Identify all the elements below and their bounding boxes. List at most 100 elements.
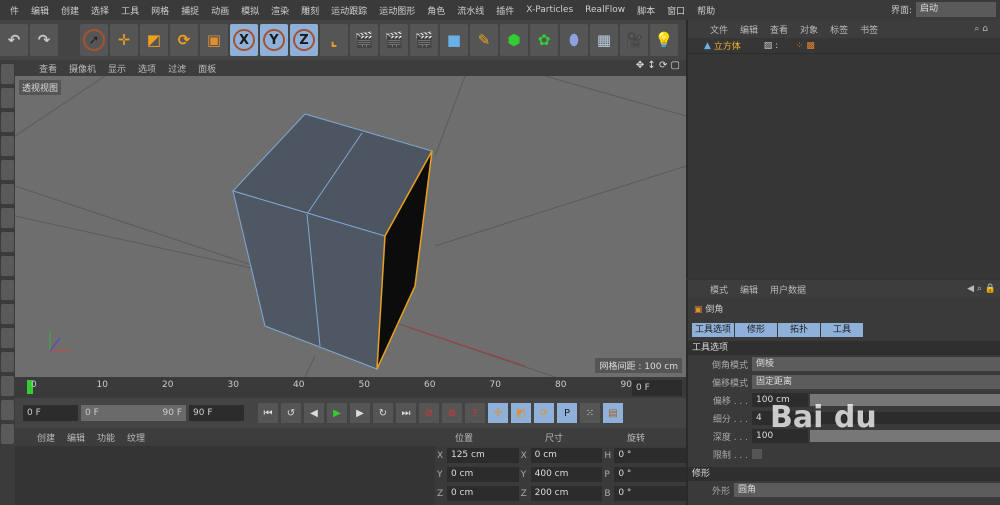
visibility-icon[interactable]: ▨ :	[764, 41, 796, 51]
timeline[interactable]: 0 10 20 30 40 50 60 70 80 90 0 F	[15, 377, 686, 398]
mode-icon[interactable]	[1, 160, 14, 180]
viewport-menu-item[interactable]: 显示	[108, 62, 126, 75]
menu-item[interactable]: 模拟	[241, 4, 259, 17]
mode-icon[interactable]	[1, 328, 14, 348]
select-tool-icon[interactable]: ➚	[80, 24, 108, 56]
viewport-menu-item[interactable]: 选项	[138, 62, 156, 75]
viewport-nav-icons[interactable]: ✥ ↕ ⟳ ▢	[636, 60, 680, 71]
menu-item[interactable]: 脚本	[637, 4, 655, 17]
menu-item[interactable]: 捕捉	[181, 4, 199, 17]
menu-item[interactable]: 角色	[427, 4, 445, 17]
tab-topology[interactable]: 拓扑	[778, 323, 820, 337]
om-menu-item[interactable]: 标签	[830, 23, 848, 36]
undo-icon[interactable]: ↶	[0, 24, 28, 56]
menu-item[interactable]: 选择	[91, 4, 109, 17]
go-to-end-icon[interactable]: ⏭	[396, 403, 416, 423]
tab-shaping[interactable]: 修形	[735, 323, 777, 337]
viewport-menu-item[interactable]: 摄像机	[69, 62, 96, 75]
render-settings-icon[interactable]: 🎬	[410, 24, 438, 56]
y-axis-icon[interactable]: Y	[260, 24, 288, 56]
om-menu-item[interactable]: 对象	[800, 23, 818, 36]
cube-icon[interactable]: ■	[440, 24, 468, 56]
om-menu-item[interactable]: 书签	[860, 23, 878, 36]
key-rotation-icon[interactable]: ⟳	[534, 403, 554, 423]
menu-item[interactable]: 创建	[61, 4, 79, 17]
menu-item[interactable]: 窗口	[667, 4, 685, 17]
size-x[interactable]: 0 cm	[530, 448, 603, 463]
pen-icon[interactable]: ✎	[470, 24, 498, 56]
size-z[interactable]: 200 cm	[530, 486, 603, 501]
am-menu-item[interactable]: 模式	[710, 283, 728, 296]
mode-icon[interactable]	[1, 208, 14, 228]
menu-item[interactable]: 流水线	[457, 4, 484, 17]
render-view-icon[interactable]: 🎬	[350, 24, 378, 56]
object-tool-icon[interactable]: ▣	[200, 24, 228, 56]
viewport[interactable]: 透视视图 网格间距 : 100 cm	[15, 76, 686, 377]
play-icon[interactable]: ▶	[327, 403, 347, 423]
next-key-icon[interactable]: ↻	[373, 403, 393, 423]
position-z[interactable]: 0 cm	[446, 486, 519, 501]
mode-icon[interactable]	[1, 184, 14, 204]
nav-icons[interactable]: ◀ ⌕ 🔒	[967, 284, 996, 294]
menu-item[interactable]: 帮助	[697, 4, 715, 17]
menu-item[interactable]: 运动跟踪	[331, 4, 367, 17]
key-scale-icon[interactable]: ◩	[511, 403, 531, 423]
render-picture-viewer-icon[interactable]: 🎬	[380, 24, 408, 56]
mode-icon[interactable]	[1, 112, 14, 132]
size-y[interactable]: 400 cm	[530, 467, 603, 482]
offset-mode-dropdown[interactable]: 固定距离	[752, 375, 1000, 389]
keyframe-selection-icon[interactable]: ?	[465, 403, 485, 423]
frame-range-slider[interactable]: 0 F 90 F	[81, 405, 186, 421]
om-menu-item[interactable]: 查看	[770, 23, 788, 36]
tab-tool-options[interactable]: 工具选项	[692, 323, 734, 337]
tab-tool[interactable]: 工具	[821, 323, 863, 337]
start-frame-field[interactable]: 0 F	[23, 405, 78, 421]
limit-checkbox[interactable]	[752, 449, 762, 459]
coordinate-system-icon[interactable]: ⌞	[320, 24, 348, 56]
mode-icon[interactable]	[1, 64, 14, 84]
rotation-p[interactable]: 0 °	[614, 467, 687, 482]
move-tool-icon[interactable]: ✛	[110, 24, 138, 56]
current-frame-field[interactable]: 0 F	[632, 380, 682, 396]
prev-frame-icon[interactable]: ◀	[304, 403, 324, 423]
mode-icon[interactable]	[1, 280, 14, 300]
auto-key-icon[interactable]: ⊚	[442, 403, 462, 423]
tag-icons[interactable]: ⁘ ▩	[796, 41, 815, 51]
menu-item[interactable]: 工具	[121, 4, 139, 17]
layout-dropdown[interactable]: 启动	[916, 2, 996, 17]
menu-item[interactable]: 插件	[496, 4, 514, 17]
om-menu-item[interactable]: 文件	[710, 23, 728, 36]
viewport-menu-item[interactable]: 查看	[39, 62, 57, 75]
menu-item[interactable]: X-Particles	[526, 5, 573, 15]
object-row[interactable]: ▲ 立方体 ▨ : ⁘ ▩	[688, 38, 1000, 54]
key-position-icon[interactable]: ✛	[488, 403, 508, 423]
scale-tool-icon[interactable]: ◩	[140, 24, 168, 56]
rotation-b[interactable]: 0 °	[614, 486, 687, 501]
mode-icon[interactable]	[1, 400, 14, 420]
menu-item[interactable]: 动画	[211, 4, 229, 17]
om-menu-item[interactable]: 编辑	[740, 23, 758, 36]
rotate-tool-icon[interactable]: ⟳	[170, 24, 198, 56]
am-menu-item[interactable]: 用户数据	[770, 283, 806, 296]
object-name[interactable]: 立方体	[714, 39, 764, 52]
timeline-window-icon[interactable]: ▤	[603, 403, 623, 423]
key-parameter-icon[interactable]: P	[557, 403, 577, 423]
redo-icon[interactable]: ↷	[30, 24, 58, 56]
mode-icon[interactable]	[1, 424, 14, 444]
deformer-icon[interactable]: ⬮	[560, 24, 588, 56]
rotation-h[interactable]: 0 °	[614, 448, 687, 463]
mode-icon[interactable]	[1, 88, 14, 108]
mode-icon[interactable]	[1, 304, 14, 324]
floor-icon[interactable]: ▦	[590, 24, 618, 56]
menu-item[interactable]: 渲染	[271, 4, 289, 17]
cloner-icon[interactable]: ✿	[530, 24, 558, 56]
mode-icon[interactable]	[1, 352, 14, 372]
mat-menu-item[interactable]: 创建	[37, 431, 55, 444]
mat-menu-item[interactable]: 编辑	[67, 431, 85, 444]
mode-icon[interactable]	[1, 376, 14, 396]
position-x[interactable]: 125 cm	[446, 448, 519, 463]
viewport-menu-item[interactable]: 过滤	[168, 62, 186, 75]
menu-item[interactable]: 网格	[151, 4, 169, 17]
mat-menu-item[interactable]: 功能	[97, 431, 115, 444]
search-icon[interactable]: ⌕ ⌂	[974, 24, 988, 34]
